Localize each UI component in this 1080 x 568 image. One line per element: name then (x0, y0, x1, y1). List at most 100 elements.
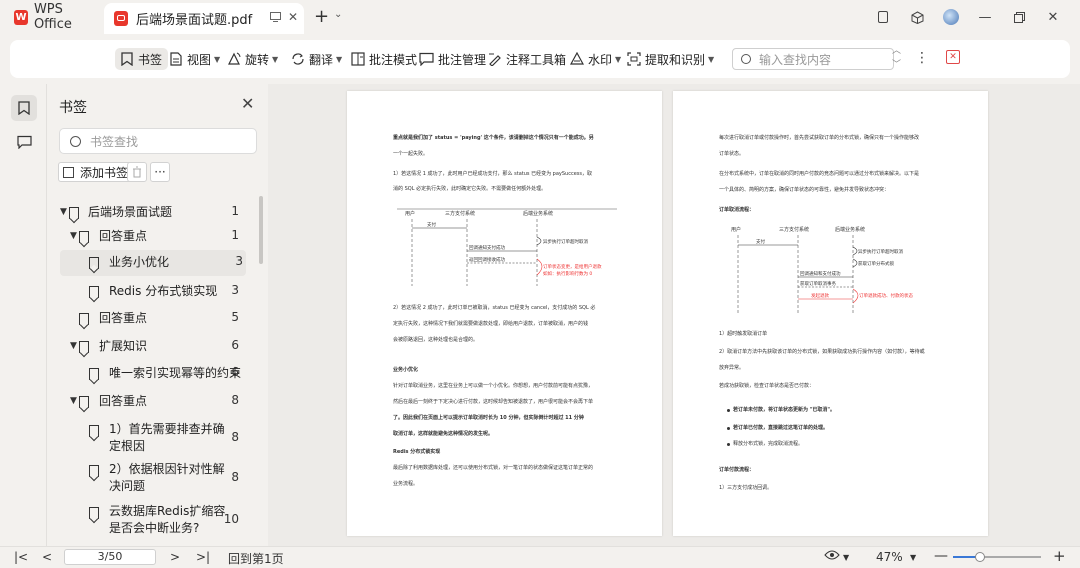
document-tab[interactable]: 后端场景面试题.pdf ✕ (104, 3, 304, 34)
toolbar-annotation-toolbox-button[interactable]: 注释工具箱 (488, 48, 566, 70)
find-next-icon[interactable]: ﹀ (892, 58, 901, 72)
wps-logo-icon: W (14, 9, 28, 25)
diagram-actor: 后端业务系统 (835, 226, 865, 233)
bookmark-item[interactable]: 云数据库Redis扩缩容是否会中断业务? 10 (47, 500, 255, 536)
tab-monitor-icon[interactable] (270, 11, 281, 25)
toolbar-bookmark-button[interactable]: 书签 (115, 48, 169, 70)
back-to-first-page-link[interactable]: 回到第1页 (228, 550, 284, 567)
bookmark-item[interactable]: 1）首先需要排查并确定根因 8 (47, 418, 255, 454)
chevron-down-icon: ▼ (272, 54, 279, 64)
bookmark-search-input[interactable]: 书签查找 (59, 128, 257, 154)
zoom-slider-handle[interactable] (975, 552, 986, 562)
rail-comments-button[interactable] (11, 129, 37, 155)
page-text-line: 2）若这情况 2 成功了，此时订单已被取消，status 已经变为 cancel… (393, 305, 596, 311)
page-number-input[interactable]: 3/50 (64, 549, 156, 565)
close-icon[interactable]: ✕ (241, 94, 254, 113)
prev-page-icon[interactable]: < (42, 550, 52, 564)
page-text-line: 了。因此我们在页面上可以提示订单取消时长为 10 分钟，但实际倒计时超过 11 … (393, 415, 584, 421)
zoom-slider[interactable] (953, 552, 1041, 562)
user-avatar[interactable] (934, 8, 968, 26)
eye-icon[interactable] (824, 549, 840, 564)
toolbar-translate-label: 翻译 (309, 52, 334, 67)
page-list-item: 若订单已付款，直接跳过这笔订单的处理。 (733, 425, 829, 431)
bookmark-item[interactable]: ▼ 后端场景面试题 1 (47, 201, 255, 225)
add-bookmark-button[interactable]: 添加书签 (58, 162, 135, 182)
find-input[interactable]: 输入查找内容 (732, 48, 894, 70)
toolbar-comment-manage-label: 批注管理 (438, 52, 487, 67)
page-text-line: 会被原路退回，这种处理也是合理的。 (393, 337, 479, 343)
page-section-heading: Redis 分布式锁实现 (393, 449, 441, 455)
page-section-heading: 订单取消流程： (719, 207, 755, 213)
zoom-out-icon[interactable]: — (934, 548, 948, 564)
window-layout-icon[interactable] (866, 8, 900, 26)
rail-bookmark-button[interactable] (11, 95, 37, 121)
zoom-level[interactable]: 47% (876, 550, 903, 564)
toolbar-translate-button[interactable]: 翻译 ▼ (291, 48, 342, 70)
tab-list-chevron-icon[interactable]: ⌄ (334, 9, 342, 20)
document-viewer[interactable]: 重点就是我们加了 status = 'paying' 这个条件，该请删掉这个情况… (268, 84, 1080, 546)
toolbar-view-button[interactable]: 视图 ▼ (170, 48, 220, 70)
more-options-icon[interactable]: ⋮ (915, 50, 929, 66)
bookmark-item-selected[interactable]: 业务小优化 3 (60, 250, 246, 276)
rotate-icon (228, 52, 241, 65)
zoom-in-icon[interactable]: + (1053, 547, 1066, 565)
page-text-line: 消的 SQL 必定执行失败，此时确定它失败。不需要做任何额外处理。 (393, 186, 547, 192)
bookmark-item[interactable]: 回答重点 5 (47, 307, 255, 331)
next-page-icon[interactable]: > (170, 550, 180, 564)
trash-icon (133, 166, 141, 178)
more-bookmark-options-button[interactable]: ··· (150, 162, 170, 182)
toolbar-annotate-mode-button[interactable]: 批注模式 (351, 48, 417, 70)
chevron-down-icon: ▼ (336, 54, 343, 64)
expand-chevron-icon[interactable]: ▼ (60, 207, 67, 217)
chevron-down-icon[interactable]: ▼ (843, 553, 849, 562)
toolbar-watermark-button[interactable]: 水印 ▼ (570, 48, 621, 70)
bookmark-icon (121, 52, 133, 66)
page-list-item: 若订单未付款，将订单状态更新为 "已取消"。 (733, 407, 835, 413)
watermark-icon (570, 52, 584, 65)
diagram-message: 异步执行订单超时取消 (858, 248, 903, 255)
zoom-dropdown-chevron-icon[interactable]: ▼ (910, 553, 916, 562)
close-window-icon[interactable]: ✕ (1036, 8, 1070, 26)
diagram-message: 支付 (427, 221, 436, 228)
bookmark-label: Redis 分布式锁实现 (109, 284, 218, 298)
diagram-message: 订单退款成功、付款的状态 (859, 292, 913, 299)
restore-icon[interactable] (1002, 8, 1036, 26)
app-home-tab[interactable]: W WPS Office (0, 0, 100, 34)
bookmark-icon (89, 286, 99, 298)
bookmark-item[interactable]: 唯一索引实现幂等的约束 6 (47, 362, 255, 386)
toolbar-extract-button[interactable]: 提取和识别 ▼ (627, 48, 714, 70)
page-text-line: 取消订单，这样就能避免这种情况的发生呢。 (393, 431, 494, 437)
page-text-line: 订单状态。 (719, 151, 745, 157)
expand-chevron-icon[interactable]: ▼ (70, 341, 77, 351)
toolbar-annotation-toolbox-label: 注释工具箱 (506, 52, 567, 67)
delete-bookmark-button[interactable] (127, 162, 147, 182)
exit-toolbar-icon[interactable]: ✕ (946, 50, 960, 64)
minimize-icon[interactable]: — (968, 8, 1002, 26)
bookmark-label: 1）首先需要排查并确定根因 (109, 422, 225, 453)
status-bar: |< < 3/50 > >| 回到第1页 ▼ 47% ▼ — + (0, 546, 1080, 568)
search-icon (741, 54, 751, 64)
tab-close-icon[interactable]: ✕ (288, 10, 298, 24)
bookmark-item[interactable]: 2）依据根因针对性解决问题 8 (47, 458, 255, 494)
diagram-message: 获取订单取消事务 (800, 280, 836, 287)
page-section-heading: 业务小优化 (393, 367, 419, 373)
bookmark-item[interactable]: Redis 分布式锁实现 3 (47, 280, 255, 304)
cube-icon[interactable] (900, 8, 934, 26)
toolbar-comment-manage-button[interactable]: 批注管理 (419, 48, 486, 70)
bookmark-item[interactable]: ▼ 回答重点 1 (47, 225, 255, 249)
page-text-line: 在分布式系统中，订单在取消的同时用户付款的竞态问题可以通过分布式锁来解决。以下是 (719, 171, 920, 177)
last-page-icon[interactable]: >| (196, 550, 210, 564)
diagram-message: 订单状态变更，是给用户退款 (543, 263, 602, 270)
first-page-icon[interactable]: |< (14, 550, 28, 564)
sequence-diagram: 用户 三方支付系统 后端业务系统 支付 异步执行订单超时取消 回调通知支付成功 … (397, 208, 617, 286)
find-prev-icon[interactable]: ︿ (892, 44, 901, 58)
expand-chevron-icon[interactable]: ▼ (70, 396, 77, 406)
page-text-line: 定执行失败，这种情况下我们就需要做退款处理，即给用户退款，订单被取消，用户的钱 (393, 321, 589, 327)
pdf-page-right: 每次进行取消订单或付款操作时，首先尝试获取订单的分布式锁，确保只有一个操作能够改… (673, 91, 988, 536)
bookmark-item[interactable]: ▼ 回答重点 8 (47, 390, 255, 414)
toolbar-rotate-button[interactable]: 旋转 ▼ (227, 48, 278, 70)
expand-chevron-icon[interactable]: ▼ (70, 231, 77, 241)
bookmark-scrollbar[interactable] (259, 196, 263, 264)
bookmark-item[interactable]: ▼ 扩展知识 6 (47, 335, 255, 359)
new-tab-plus-icon[interactable]: + (314, 6, 329, 27)
